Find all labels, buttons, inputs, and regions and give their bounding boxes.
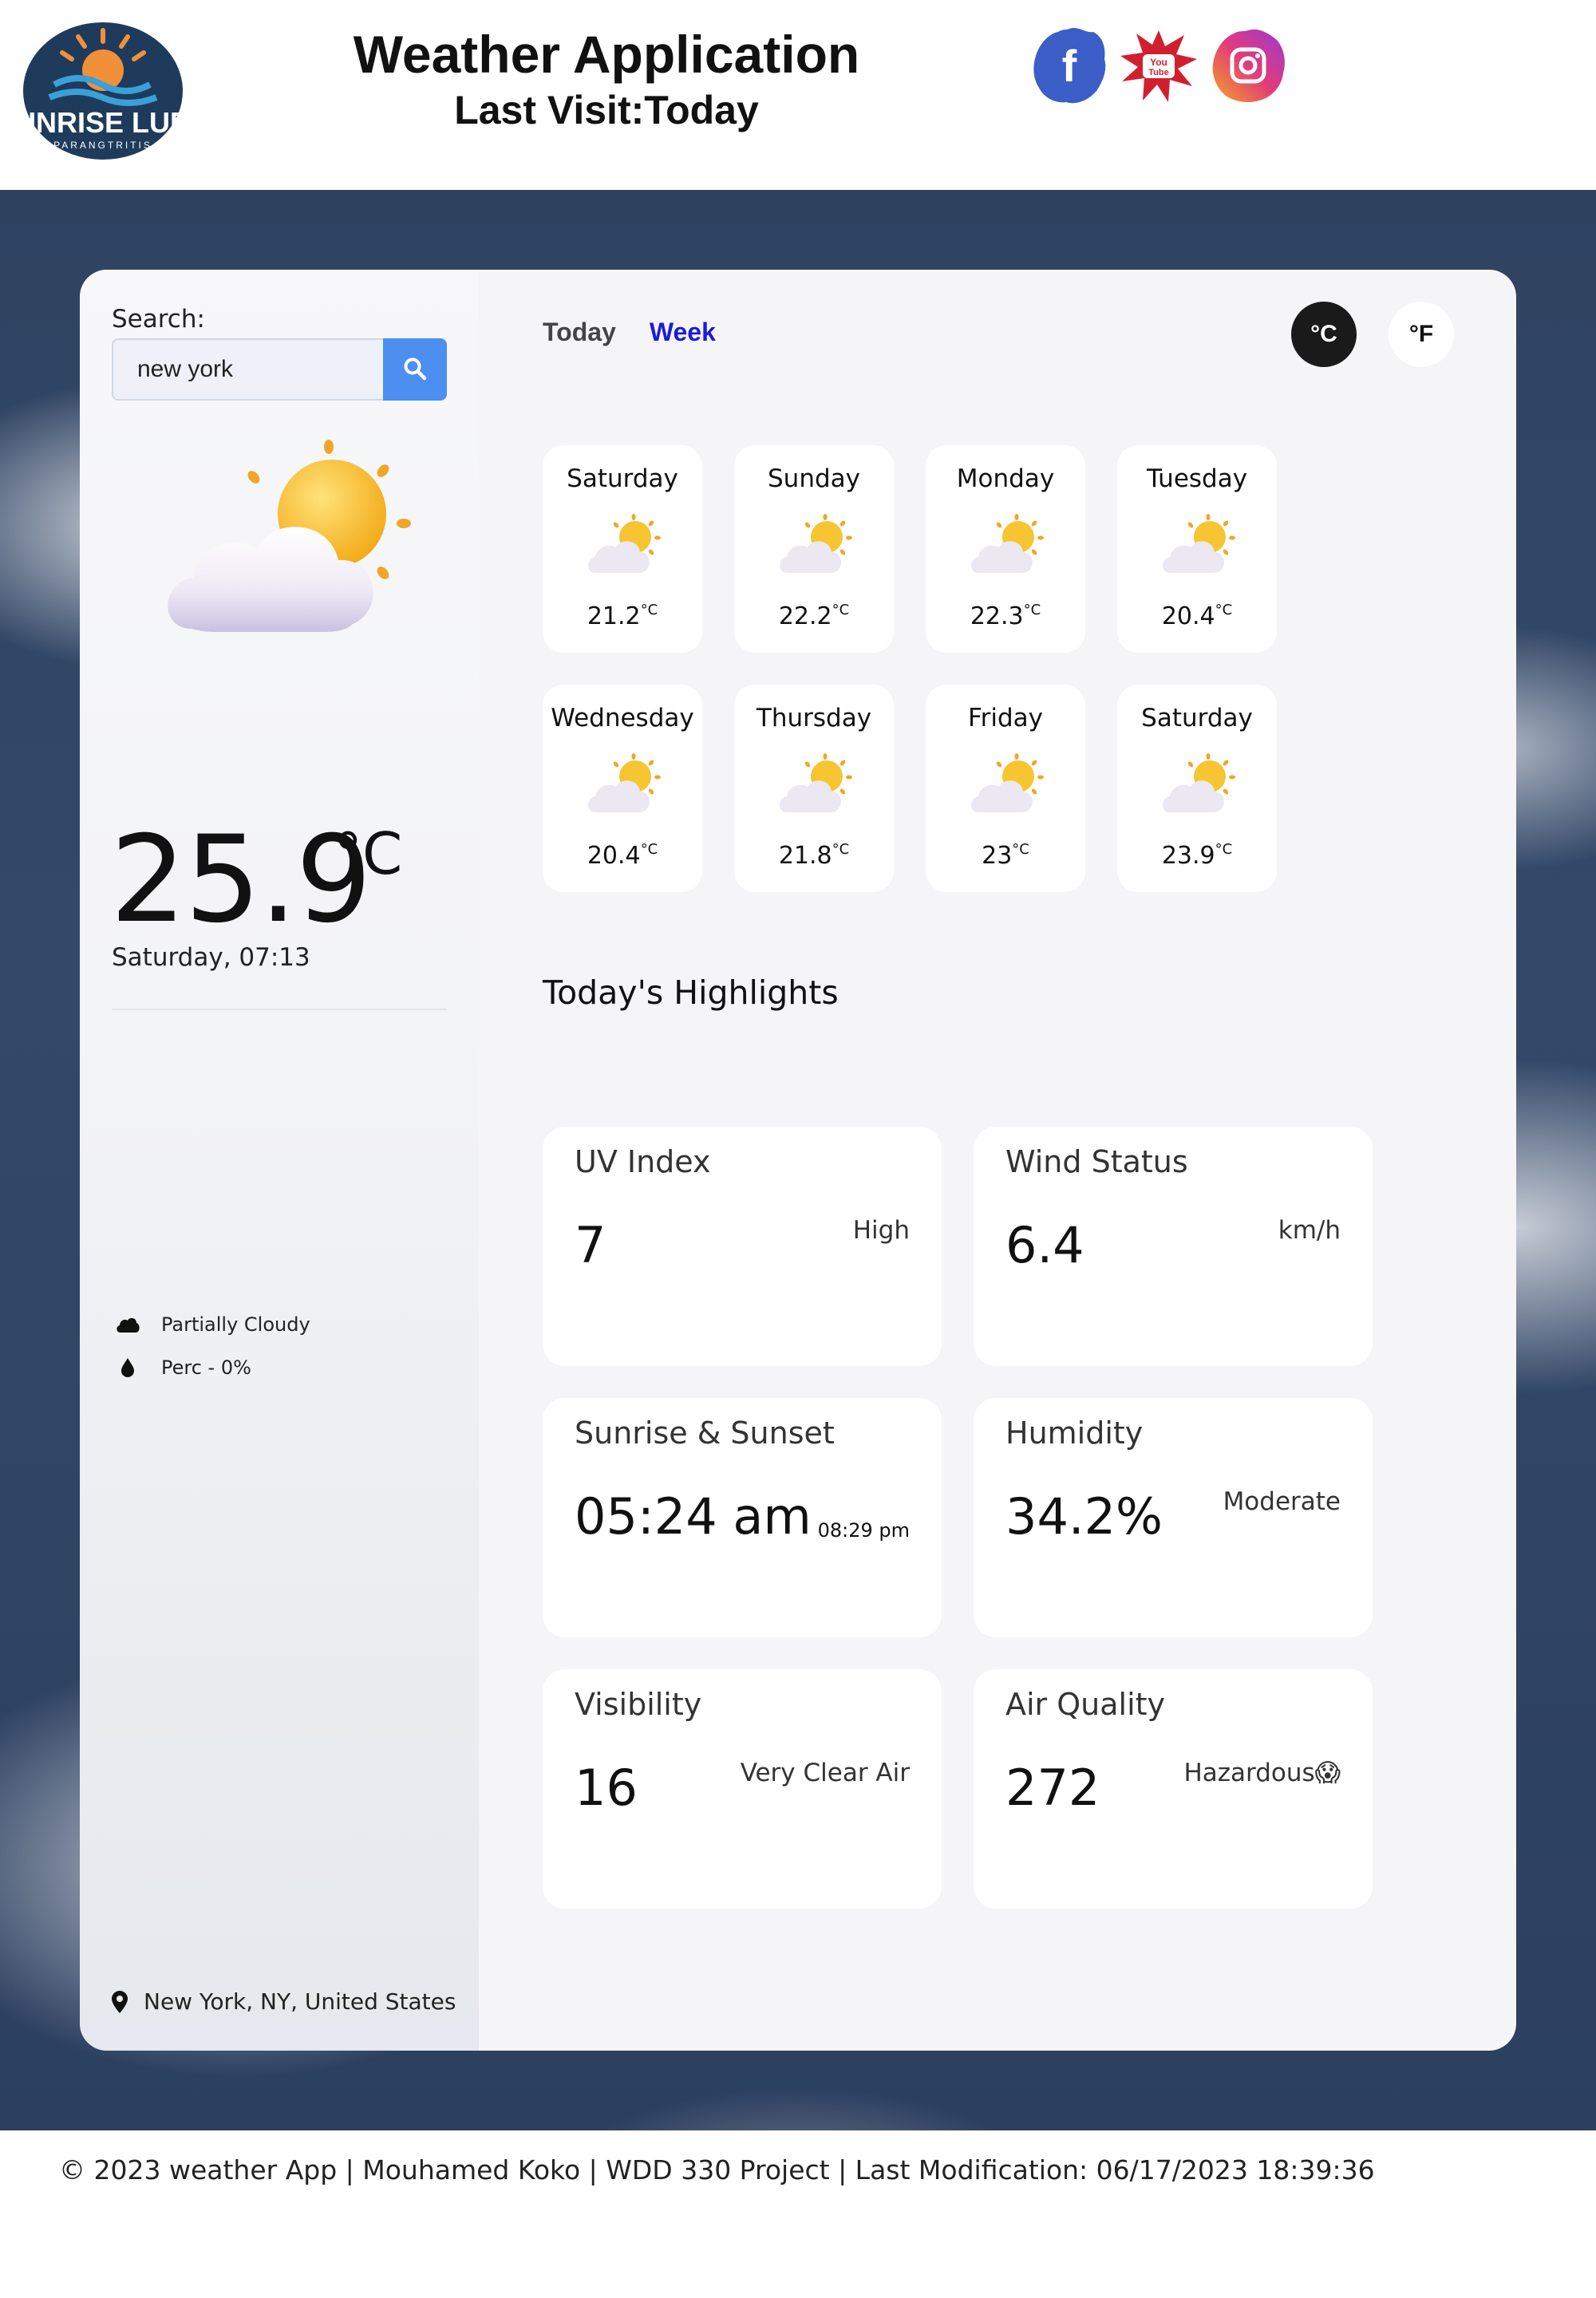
partly-cloudy-icon [581,750,664,822]
partly-cloudy-icon [1156,750,1238,822]
partly-cloudy-icon [964,750,1047,822]
day-temperature: 22.3°C [970,602,1041,630]
svg-text:PARANGTRITIS: PARANGTRITIS [53,140,152,151]
location-text: New York, NY, United States [144,1988,456,2015]
card-note: Hazardous😱 [1183,1759,1341,1787]
app-title: Weather Application [353,25,860,84]
social-links: f You Tube [1029,24,1288,107]
day-name: Tuesday [1146,464,1248,493]
current-weather-panel: Search: new york 25.9 °C Saturday, 07:13… [80,270,479,2051]
svg-text:You: You [1150,57,1167,68]
svg-text:f: f [1062,41,1077,91]
card-title: Visibility [575,1687,702,1722]
card-value: 272 [1005,1759,1100,1817]
card-value: 7 [575,1216,606,1274]
day-name: Saturday [1141,704,1253,732]
card-title: UV Index [575,1144,711,1179]
cloud-icon [112,1316,144,1333]
air-quality-card: Air Quality 272 Hazardous😱 [974,1669,1373,1909]
card-value: 16 [575,1759,638,1817]
instagram-icon[interactable] [1208,24,1288,107]
partly-cloudy-icon [964,511,1047,582]
sunrise-value: 05:24 am [575,1487,812,1546]
search-label: Search: [112,305,205,334]
fahrenheit-button[interactable]: °F [1389,302,1454,367]
card-note: Moderate [1223,1487,1341,1516]
day-temperature: 22.2°C [778,602,850,630]
card-title: Sunrise & Sunset [575,1416,835,1451]
uv-index-card: UV Index 7 High [543,1127,942,1366]
facebook-icon[interactable]: f [1029,24,1109,107]
celsius-button[interactable]: °C [1291,302,1357,367]
svg-text:Tube: Tube [1148,68,1168,77]
day-card[interactable]: Thursday 21.8°C [734,685,894,892]
day-temperature: 21.8°C [778,841,850,870]
youtube-icon[interactable]: You Tube [1119,24,1199,107]
day-temperature: 20.4°C [1161,602,1233,630]
partly-cloudy-icon [144,429,431,669]
partly-cloudy-icon [581,511,664,582]
weather-card: Search: new york 25.9 °C Saturday, 07:13… [80,270,1516,2051]
precipitation-text: Perc - 0% [161,1356,251,1379]
partly-cloudy-icon [772,750,855,822]
day-name: Sunday [768,464,860,493]
humidity-card: Humidity 34.2% Moderate [974,1398,1373,1637]
day-card[interactable]: Friday 23°C [926,685,1085,892]
search-input[interactable] [112,338,383,401]
card-title: Humidity [1005,1416,1144,1451]
day-card[interactable]: Saturday 23.9°C [1117,685,1277,892]
card-title: Air Quality [1005,1687,1166,1722]
card-title: Wind Status [1005,1144,1188,1179]
tab-today[interactable]: Today [543,318,616,347]
condition-row: Partially Cloudy [112,1313,310,1336]
location: New York, NY, United States [112,1988,456,2015]
last-visit: Last Visit:Today [454,88,759,132]
day-card[interactable]: Wednesday 20.4°C [543,685,702,892]
day-temperature: 23°C [982,841,1029,870]
day-temperature: 21.2°C [587,602,658,630]
day-name: Wednesday [551,704,694,732]
site-footer: © 2023 weather App | Mouhamed Koko | WDD… [0,2130,1596,2298]
day-name: Friday [968,704,1043,732]
card-note: High [852,1216,910,1245]
day-name: Thursday [756,704,872,732]
day-temperature: 20.4°C [587,841,658,870]
search-box [112,338,447,401]
day-card[interactable]: Tuesday 20.4°C [1117,445,1277,653]
temperature-unit: °C [334,820,403,887]
day-card[interactable]: Monday 22.3°C [926,445,1085,653]
tab-week[interactable]: Week [650,318,716,347]
visibility-card: Visibility 16 Very Clear Air [543,1669,942,1909]
card-note: Very Clear Air [740,1759,910,1787]
precipitation-row: Perc - 0% [112,1356,251,1379]
partly-cloudy-icon [1156,511,1238,582]
day-name: Saturday [567,464,678,493]
footer-text: © 2023 weather App | Mouhamed Koko | WDD… [59,2154,1375,2185]
day-card[interactable]: Saturday 21.2°C [543,445,702,653]
search-icon [403,357,427,383]
day-temperature: 23.9°C [1161,841,1233,870]
forecast-tabs: Today Week [543,318,716,347]
divider [112,1009,447,1010]
day-name: Monday [956,464,1055,493]
svg-text:SUNRISE LURE: SUNRISE LURE [22,106,184,139]
search-button[interactable] [383,338,447,401]
wind-status-card: Wind Status 6.4 km/h [974,1127,1373,1366]
location-pin-icon [112,1990,128,2013]
day-card[interactable]: Sunday 22.2°C [734,445,894,653]
condition-text: Partially Cloudy [161,1313,310,1336]
partly-cloudy-icon [772,511,855,582]
current-temperature: 25.9 [110,811,372,950]
card-value: 6.4 [1005,1216,1084,1274]
sunrise-sunset-card: Sunrise & Sunset 05:24 am 08:29 pm [543,1398,942,1637]
card-value: 34.2% [1005,1487,1163,1546]
card-note: km/h [1278,1216,1341,1245]
drop-icon [112,1357,144,1378]
site-header: SUNRISE LURE PARANGTRITIS Weather Applic… [0,0,1596,190]
current-datetime: Saturday, 07:13 [112,943,310,972]
highlights-title: Today's Highlights [543,973,839,1012]
sunrise-lure-logo[interactable]: SUNRISE LURE PARANGTRITIS [0,22,210,160]
header-titles: Weather Application Last Visit:Today [319,22,894,134]
sunset-value: 08:29 pm [817,1519,910,1542]
